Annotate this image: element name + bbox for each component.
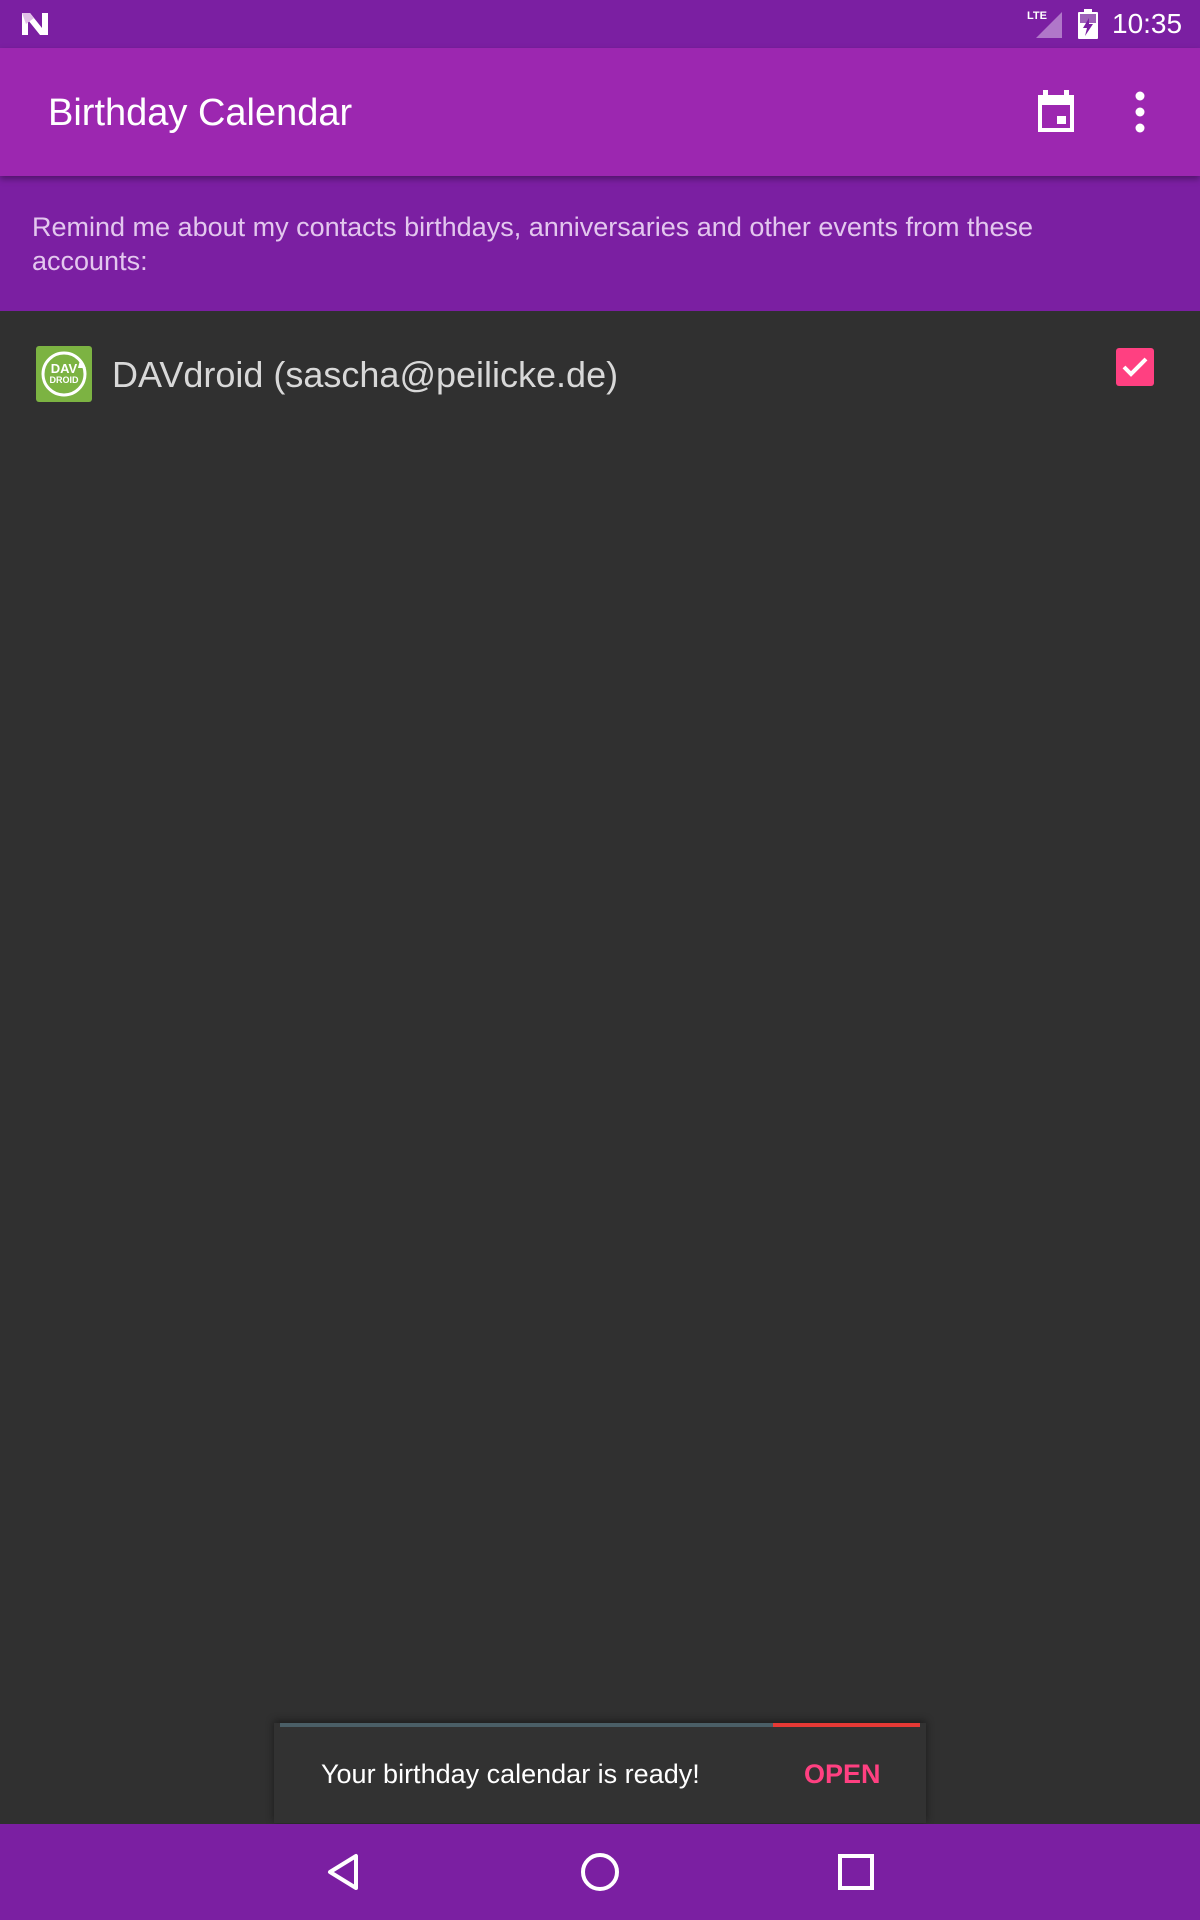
status-time: 10:35 bbox=[1112, 8, 1183, 39]
svg-text:LTE: LTE bbox=[1027, 10, 1047, 22]
accounts-description-header: Remind me about my contacts birthdays, a… bbox=[0, 176, 1200, 311]
account-checkbox[interactable] bbox=[1116, 348, 1154, 386]
more-options-icon[interactable] bbox=[1120, 86, 1160, 138]
back-icon[interactable] bbox=[314, 1842, 374, 1902]
davdroid-icon-text-top: DAV bbox=[51, 361, 78, 376]
battery-charging-icon bbox=[1078, 9, 1098, 39]
account-list-item[interactable]: DAV DROID DAVdroid (sascha@peilicke.de) bbox=[0, 311, 1200, 441]
calendar-icon[interactable] bbox=[1030, 86, 1082, 138]
recents-icon[interactable] bbox=[826, 1842, 886, 1902]
snackbar-progress-fill bbox=[772, 1723, 920, 1727]
snackbar: Your birthday calendar is ready! OPEN bbox=[274, 1723, 926, 1823]
lte-signal-icon: LTE bbox=[1027, 10, 1062, 38]
snackbar-open-button[interactable]: OPEN bbox=[804, 1757, 881, 1791]
android-n-icon bbox=[22, 13, 48, 35]
snackbar-progress-bar bbox=[280, 1723, 920, 1727]
status-bar: LTE 10:35 bbox=[0, 0, 1200, 48]
account-label: DAVdroid (sascha@peilicke.de) bbox=[112, 354, 619, 395]
snackbar-message: Your birthday calendar is ready! bbox=[321, 1759, 700, 1789]
davdroid-app-icon: DAV DROID bbox=[36, 346, 92, 402]
page-title: Birthday Calendar bbox=[48, 92, 353, 134]
accounts-description: Remind me about my contacts birthdays, a… bbox=[32, 212, 1033, 276]
navigation-bar bbox=[0, 1824, 1200, 1920]
davdroid-icon-text-bottom: DROID bbox=[50, 375, 80, 385]
home-icon[interactable] bbox=[570, 1842, 630, 1902]
app-bar: Birthday Calendar bbox=[0, 48, 1200, 176]
